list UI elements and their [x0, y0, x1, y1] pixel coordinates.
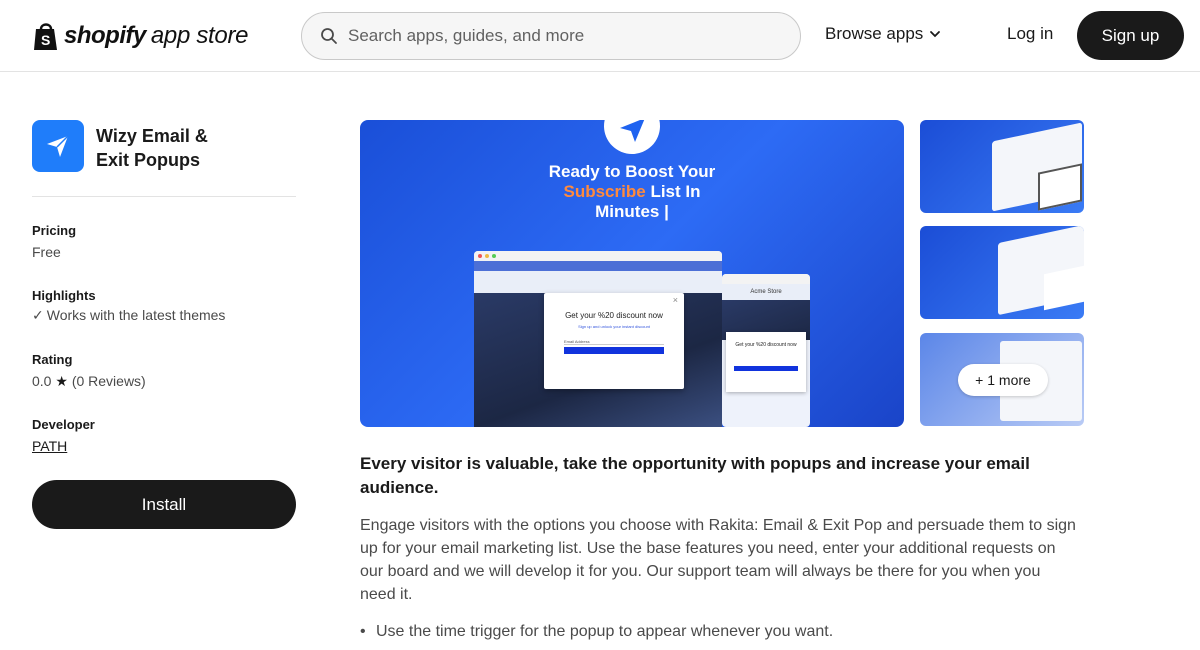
paper-plane-icon	[47, 135, 69, 157]
hero-line3: Minutes |	[595, 202, 669, 221]
window-dot-icon	[478, 254, 482, 258]
signup-button[interactable]: Sign up	[1077, 11, 1184, 60]
screenshot-thumbnail-1[interactable]	[920, 120, 1084, 213]
screenshot-thumbnail-2[interactable]	[920, 226, 1084, 319]
thumb-panel	[1044, 265, 1084, 311]
thumb-panel	[1038, 163, 1082, 211]
bullet-dot-icon: •	[360, 623, 366, 640]
popup-subtitle: Sign up and unlock your instant discount	[578, 324, 650, 329]
hero-headline: Ready to Boost Your Subscribe List In Mi…	[360, 162, 904, 222]
install-button[interactable]: Install	[32, 480, 296, 529]
hero-line2-rest: List In	[650, 182, 701, 201]
highlights-label: Highlights	[32, 288, 96, 303]
feature-bullet: • Use the time trigger for the popup to a…	[360, 623, 833, 641]
hero-line2: Subscribe List In	[360, 182, 904, 202]
window-dot-icon	[485, 254, 489, 258]
browse-apps-label: Browse apps	[825, 24, 924, 43]
mobile-popup-title: Get your %20 discount now	[735, 342, 797, 348]
developer-value: PATH	[32, 438, 67, 454]
mobile-store-bar: Acme Store	[722, 284, 810, 300]
pricing-value: Free	[32, 244, 61, 260]
rating-value: 0.0 ★ (0 Reviews)	[32, 373, 146, 390]
hero-screenshot[interactable]: Ready to Boost Your Subscribe List In Mi…	[360, 120, 904, 427]
shopify-bag-icon: S	[34, 23, 57, 50]
search-bar[interactable]	[301, 12, 801, 60]
sidebar-divider	[32, 196, 296, 197]
popup-mock: × Get your %20 discount now Sign up and …	[544, 293, 684, 389]
description-heading: Every visitor is valuable, take the oppo…	[360, 454, 1030, 497]
rating-number: 0.0	[32, 373, 52, 389]
mobile-browser-mock: Acme Store Get your %20 discount now	[722, 274, 810, 427]
mobile-popup-submit	[734, 366, 798, 371]
browse-apps-menu[interactable]: Browse apps	[825, 24, 941, 44]
rating-label: Rating	[32, 352, 73, 367]
browser-titlebar	[474, 251, 722, 261]
star-icon: ★	[55, 373, 68, 389]
pricing-label: Pricing	[32, 223, 77, 238]
chevron-down-icon	[930, 31, 941, 38]
rating-reviews-link[interactable]: (0 Reviews)	[72, 373, 146, 389]
search-input[interactable]	[348, 26, 768, 46]
mobile-titlebar	[722, 274, 810, 284]
hero-highlight: Subscribe	[563, 182, 646, 201]
app-icon	[32, 120, 84, 172]
logo-wordmark: shopify	[64, 22, 146, 49]
mobile-store-name: Acme Store	[750, 289, 782, 295]
window-dot-icon	[492, 254, 496, 258]
popup-close-icon: ×	[672, 295, 678, 305]
highlight-text: Works with the latest themes	[46, 307, 226, 323]
developer-link[interactable]: PATH	[32, 438, 67, 454]
search-icon	[321, 28, 337, 44]
app-name-line1: Wizy Email &	[96, 126, 208, 146]
checkmark-icon: ✓	[32, 307, 44, 323]
highlight-item: ✓ Works with the latest themes	[32, 307, 225, 324]
shopify-app-store-logo[interactable]: S shopify app store	[32, 18, 249, 54]
screenshot-thumbnail-3[interactable]: + 1 more	[920, 333, 1084, 426]
app-name-line2: Exit Popups	[96, 150, 201, 170]
hero-paper-plane-icon	[604, 120, 660, 154]
hero-line1: Ready to Boost Your	[548, 162, 716, 181]
app-name: Wizy Email & Exit Popups	[96, 124, 296, 172]
popup-submit-bar	[564, 347, 664, 354]
browser-banner	[474, 261, 722, 271]
developer-label: Developer	[32, 417, 95, 432]
description-body: Engage visitors with the options you cho…	[360, 517, 1076, 603]
logo-subtitle: app store	[150, 22, 249, 49]
login-link[interactable]: Log in	[1007, 24, 1053, 44]
mobile-popup: Get your %20 discount now	[726, 332, 806, 392]
svg-text:S: S	[41, 32, 50, 48]
feature-bullet-text: Use the time trigger for the popup to ap…	[376, 623, 834, 640]
top-header: S shopify app store Browse apps Log in S…	[0, 0, 1200, 72]
more-screenshots-button[interactable]: + 1 more	[958, 364, 1048, 396]
popup-title: Get your %20 discount now	[565, 311, 663, 320]
popup-email-field: Email Address	[564, 339, 664, 345]
